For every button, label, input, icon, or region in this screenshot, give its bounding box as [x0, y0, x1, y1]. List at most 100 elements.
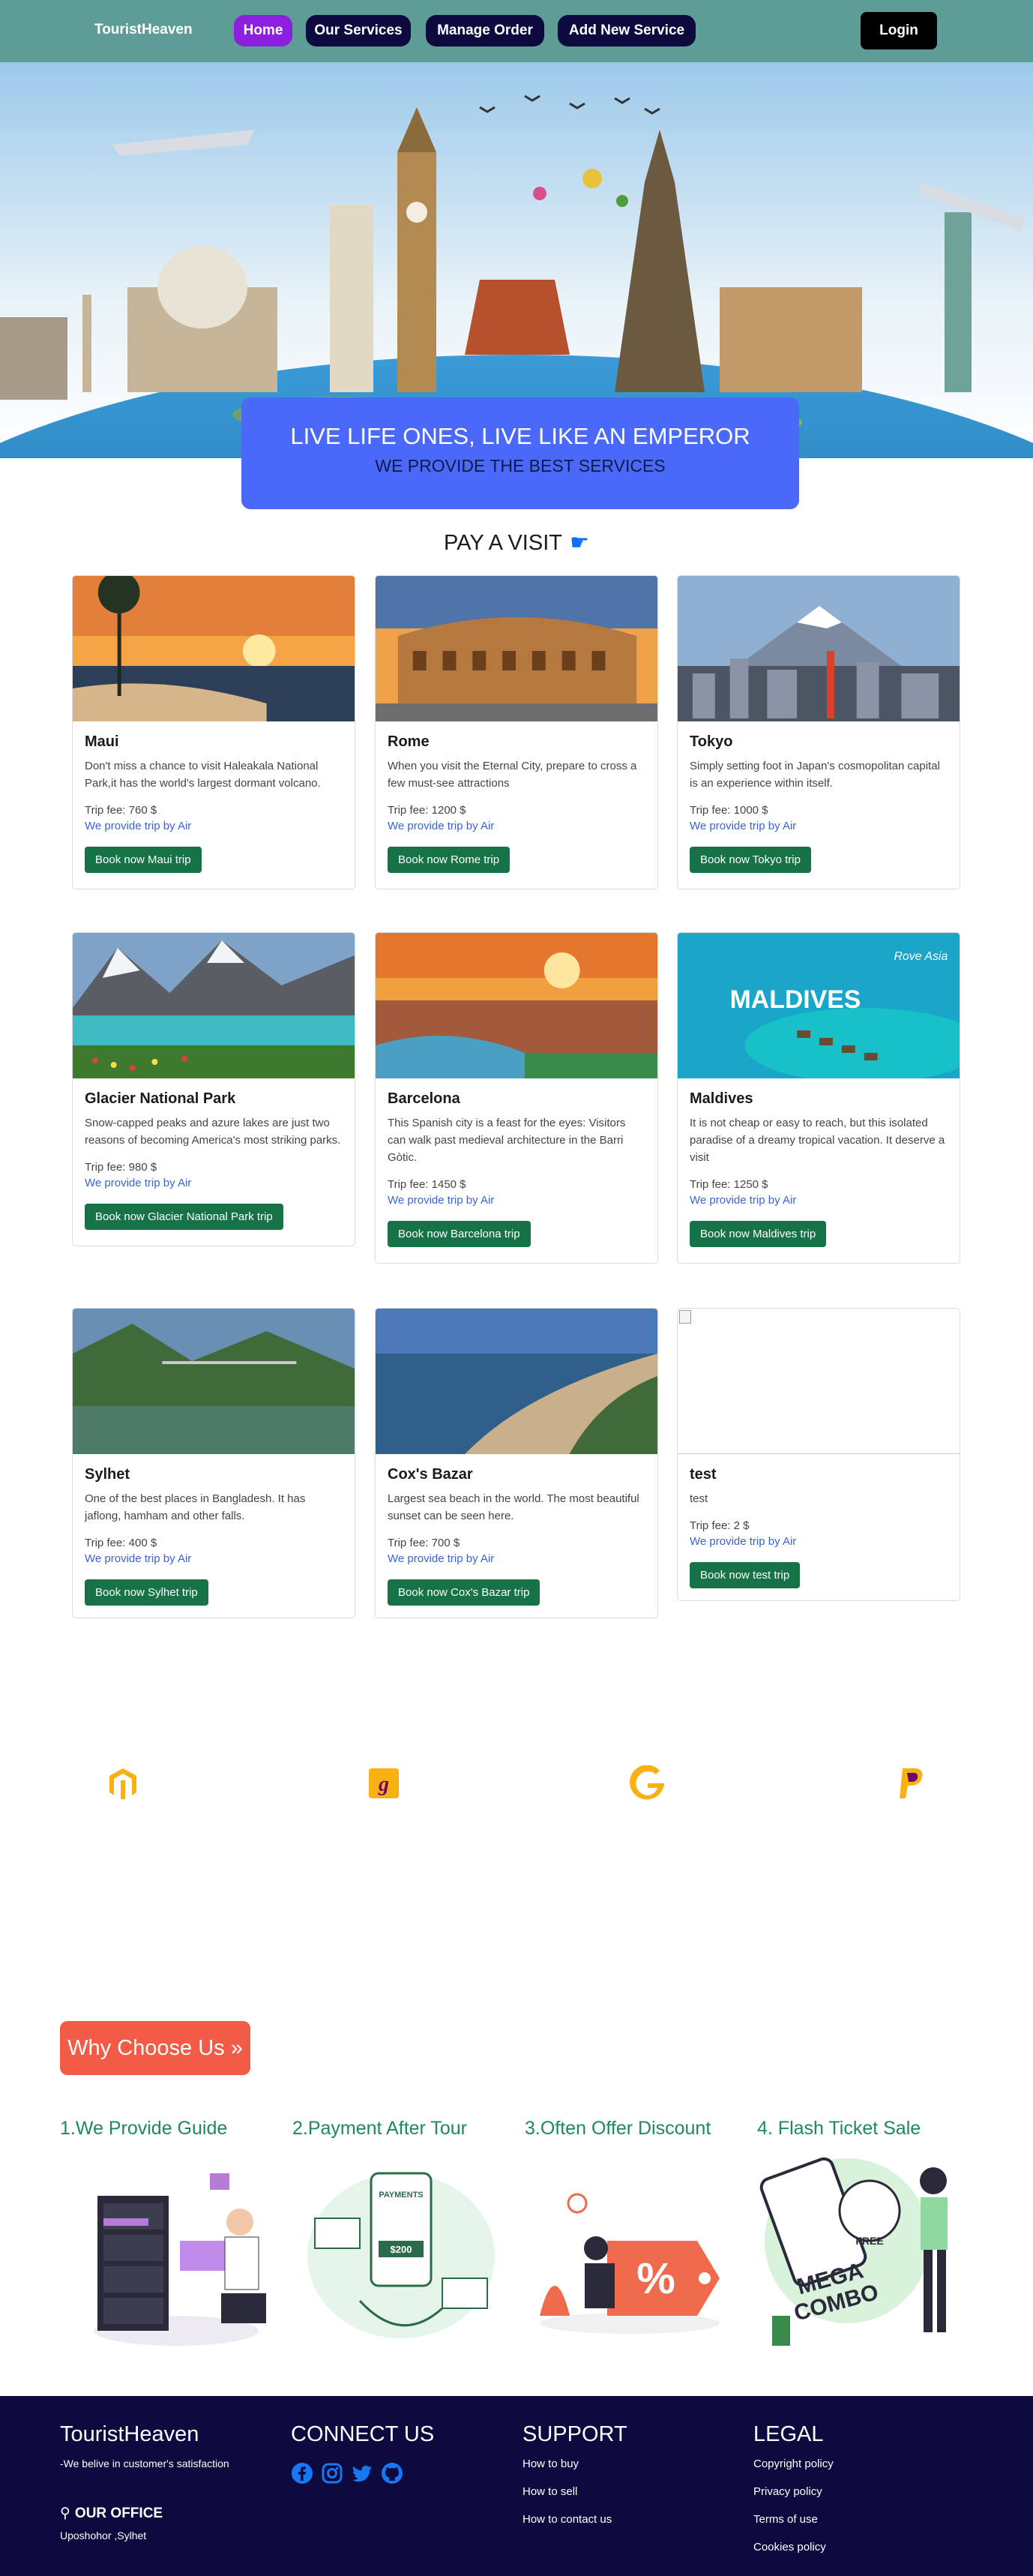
barcelona-image — [376, 933, 657, 1078]
twitter-icon[interactable] — [351, 2462, 373, 2485]
service-card-coxs-bazar: Cox's Bazar Largest sea beach in the wor… — [375, 1308, 658, 1618]
why-choose-us-button[interactable]: Why Choose Us » — [60, 2021, 250, 2075]
tokyo-image — [678, 576, 960, 721]
broken-image — [678, 1309, 960, 1454]
service-card-barcelona: Barcelona This Spanish city is a feast f… — [375, 932, 658, 1264]
recommended-label: Journal Guide — [320, 1806, 448, 1827]
service-card-rome: Rome When you visit the Eternal City, pr… — [375, 575, 658, 889]
legal-link-privacy[interactable]: Privacy policy — [753, 2485, 834, 2498]
card-description: Simply setting foot in Japan's cosmopoli… — [690, 760, 940, 790]
card-fee: Trip fee: 1250 $ — [690, 1178, 768, 1191]
footer-tagline: -We belive in customer's satisfaction — [60, 2458, 229, 2470]
service-card-maldives: MALDIVES Rove Asia Maldives It is not ch… — [677, 932, 960, 1264]
office-title: OUR OFFICE — [74, 2505, 163, 2521]
book-tokyo-button[interactable]: Book now Tokyo trip — [690, 847, 811, 873]
svg-text:g: g — [378, 1773, 389, 1796]
card-transport: We provide trip by Air — [388, 820, 495, 832]
support-link-how-to-buy[interactable]: How to buy — [522, 2458, 627, 2470]
card-title: test — [690, 1466, 717, 1483]
support-link-how-to-sell[interactable]: How to sell — [522, 2485, 627, 2498]
journal-guide-icon: g — [369, 1768, 399, 1798]
legal-link-terms[interactable]: Terms of use — [753, 2513, 834, 2526]
maldives-image: MALDIVES Rove Asia — [678, 933, 960, 1078]
feature-discount-title: 3.Often Offer Discount — [525, 2118, 711, 2139]
card-title: Barcelona — [388, 1090, 460, 1107]
nav-manage-order[interactable]: Manage Order — [426, 15, 544, 46]
book-barcelona-button[interactable]: Book now Barcelona trip — [388, 1221, 531, 1247]
card-description: It is not cheap or easy to reach, but th… — [690, 1117, 945, 1164]
card-transport: We provide trip by Air — [690, 1535, 797, 1548]
coxs-bazar-image — [376, 1309, 657, 1454]
connect-title: CONNECT US — [291, 2422, 435, 2446]
card-fee: Trip fee: 2 $ — [690, 1519, 750, 1532]
card-transport: We provide trip by Air — [690, 820, 797, 832]
service-card-maui: Maui Don't miss a chance to visit Haleak… — [72, 575, 355, 889]
rome-image — [376, 576, 657, 721]
service-card-glacier: Glacier National Park Snow-capped peaks … — [72, 932, 355, 1246]
card-description: This Spanish city is a feast for the eye… — [388, 1117, 626, 1164]
social-links — [291, 2462, 434, 2485]
brand-logo[interactable]: TouristHeaven — [94, 22, 193, 38]
recommended-label: Google Map — [594, 1806, 702, 1827]
book-coxs-bazar-button[interactable]: Book now Cox's Bazar trip — [388, 1579, 540, 1606]
card-fee: Trip fee: 700 $ — [388, 1537, 460, 1549]
recommended-google-map: Google Map — [543, 1765, 753, 1828]
card-fee: Trip fee: 1450 $ — [388, 1178, 466, 1191]
google-icon — [630, 1765, 664, 1800]
card-title: Rome — [388, 733, 430, 750]
free-label: FREE — [855, 2235, 883, 2247]
feature-flash-title: 4. Flash Ticket Sale — [757, 2118, 921, 2139]
facebook-icon[interactable] — [291, 2462, 313, 2485]
service-card-sylhet: Sylhet One of the best places in Banglad… — [72, 1308, 355, 1618]
card-transport: We provide trip by Air — [85, 1552, 192, 1565]
nav-home[interactable]: Home — [234, 15, 292, 46]
footer-brand-col: TouristHeaven -We belive in customer's s… — [60, 2422, 229, 2470]
why-choose-us-label: Why Choose Us — [67, 2035, 225, 2060]
recommended-title: WE ARE HIGHLY RECOMENDED BY — [332, 1689, 701, 1713]
payment-illustration: PAYMENTS $200 — [307, 2172, 495, 2338]
maldives-image-badge: Rove Asia — [894, 950, 948, 963]
book-sylhet-button[interactable]: Book now Sylhet trip — [85, 1579, 208, 1606]
card-transport: We provide trip by Air — [388, 1194, 495, 1207]
login-button[interactable]: Login — [861, 12, 937, 49]
github-icon[interactable] — [381, 2462, 403, 2485]
recommended-label: Megneto Service — [48, 1806, 198, 1827]
navbar: TouristHeaven Home Our Services Manage O… — [0, 0, 1033, 62]
service-card-tokyo: Tokyo Simply setting foot in Japan's cos… — [677, 575, 960, 889]
card-transport: We provide trip by Air — [85, 1177, 192, 1189]
book-maldives-button[interactable]: Book now Maldives trip — [690, 1221, 827, 1247]
card-title: Cox's Bazar — [388, 1466, 473, 1483]
card-description: test — [690, 1492, 708, 1505]
legal-link-cookies[interactable]: Cookies policy — [753, 2541, 834, 2554]
maui-image — [73, 576, 355, 721]
pay-a-visit-title: PAY A VISIT ☛ — [0, 529, 1033, 556]
instagram-icon[interactable] — [321, 2462, 343, 2485]
nav-add-new-service[interactable]: Add New Service — [558, 15, 696, 46]
card-fee: Trip fee: 760 $ — [85, 804, 157, 817]
glacier-image — [73, 933, 355, 1078]
feature-payment-title: 2.Payment After Tour — [292, 2118, 467, 2139]
support-link-contact[interactable]: How to contact us — [522, 2513, 627, 2526]
legal-link-copyright[interactable]: Copyright policy — [753, 2458, 834, 2470]
maldives-image-text: MALDIVES — [730, 985, 861, 1014]
card-description: One of the best places in Bangladesh. It… — [85, 1492, 306, 1522]
book-test-button[interactable]: Book now test trip — [690, 1562, 801, 1588]
book-glacier-button[interactable]: Book now Glacier National Park trip — [85, 1204, 283, 1230]
office-address: Uposhohor ,Sylhet — [60, 2530, 147, 2542]
book-maui-button[interactable]: Book now Maui trip — [85, 847, 202, 873]
footer-office: ⚲ OUR OFFICE Uposhohor ,Sylhet — [60, 2505, 163, 2542]
paypal-icon — [900, 1768, 923, 1798]
feature-guide-title: 1.We Provide Guide — [60, 2118, 228, 2139]
recommended-journal-guide: g Journal Guide — [279, 1765, 489, 1828]
footer-support-col: SUPPORT How to buy How to sell How to co… — [522, 2422, 627, 2526]
book-rome-button[interactable]: Book now Rome trip — [388, 847, 511, 873]
footer-brand: TouristHeaven — [60, 2422, 199, 2446]
nav-our-services[interactable]: Our Services — [306, 15, 411, 46]
card-description: When you visit the Eternal City, prepare… — [388, 760, 637, 790]
payments-label: PAYMENTS — [379, 2191, 423, 2200]
card-transport: We provide trip by Air — [690, 1194, 797, 1207]
footer-connect-col: CONNECT US — [291, 2422, 434, 2485]
card-description: Don't miss a chance to visit Haleakala N… — [85, 760, 321, 790]
card-title: Maui — [85, 733, 119, 750]
hero-subline: WE PROVIDE THE BEST SERVICES — [375, 456, 666, 475]
